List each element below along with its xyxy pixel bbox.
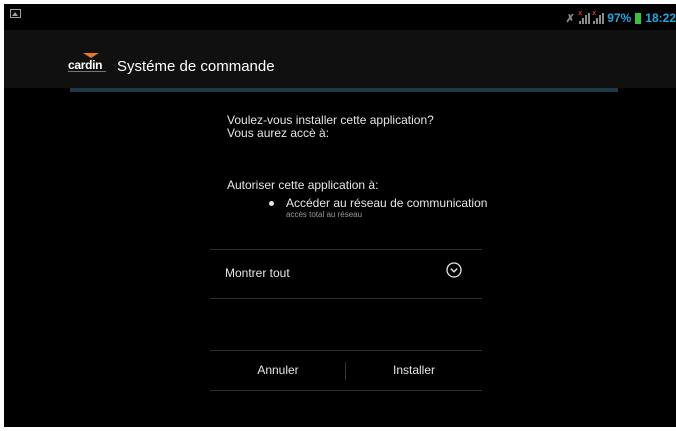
mute-icon: ✗ bbox=[565, 12, 575, 25]
permission-title: Accéder au réseau de communication bbox=[286, 196, 488, 210]
logo-underline bbox=[68, 71, 106, 72]
install-button[interactable]: Installer bbox=[346, 350, 482, 390]
cardin-logo: cardin bbox=[68, 53, 112, 75]
bullet-icon bbox=[269, 201, 274, 206]
app-header: cardin Systéme de commande bbox=[4, 30, 676, 88]
permissions-heading: Autoriser cette application à: bbox=[227, 178, 379, 192]
clock: 18:22 bbox=[645, 11, 676, 25]
install-question: Voulez-vous installer cette application?… bbox=[227, 114, 434, 140]
cancel-button[interactable]: Annuler bbox=[210, 350, 346, 390]
dialog-buttons: Annuler Installer bbox=[210, 350, 482, 390]
show-all-label: Montrer tout bbox=[225, 266, 290, 280]
logo-text: cardin bbox=[68, 58, 103, 72]
question-line-2: Vous aurez accè à: bbox=[227, 126, 330, 140]
install-dialog: Voulez-vous installer cette application?… bbox=[4, 92, 676, 427]
device-screen: ✗ x x 97% 18:22 cardin Systéme de comman… bbox=[4, 4, 676, 427]
gallery-icon bbox=[10, 9, 21, 18]
chevron-down-circle-icon[interactable] bbox=[446, 262, 462, 278]
permission-description: accès total au réseau bbox=[286, 210, 363, 219]
app-title: Systéme de commande bbox=[117, 58, 275, 75]
divider bbox=[210, 390, 482, 391]
divider bbox=[210, 298, 482, 299]
status-indicators: ✗ x x 97% 18:22 bbox=[564, 10, 676, 26]
signal-icon: x bbox=[592, 10, 605, 24]
battery-icon bbox=[635, 12, 642, 24]
battery-percent: 97% bbox=[607, 11, 632, 25]
show-all-row[interactable]: Montrer tout bbox=[210, 250, 482, 298]
signal-no-sim-icon: x bbox=[578, 10, 591, 24]
status-bar: ✗ x x 97% 18:22 bbox=[4, 4, 676, 30]
